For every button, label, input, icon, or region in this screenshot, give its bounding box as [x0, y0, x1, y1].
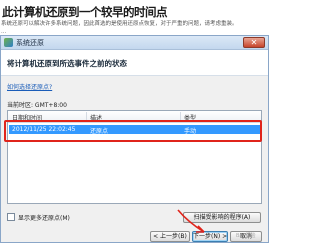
- dialog-titlebar: 系统还原 ✕: [1, 36, 268, 50]
- system-restore-icon: [4, 38, 13, 47]
- help-link[interactable]: 如何选择还原点?: [7, 82, 52, 91]
- dialog-title: 系统还原: [16, 39, 44, 47]
- timezone-label: 当前时区: GMT+8:00: [7, 102, 67, 109]
- watermark: Bai 经验: [236, 233, 256, 239]
- close-button[interactable]: ✕: [243, 37, 265, 48]
- show-more-checkbox[interactable]: [7, 213, 15, 221]
- next-button[interactable]: 下一步(N) >: [192, 231, 228, 242]
- back-button[interactable]: < 上一步(B): [150, 231, 190, 242]
- dialog-body: 如何选择还原点? 当前时区: GMT+8:00 日期和时间 描述 类型 2012…: [1, 76, 268, 242]
- scan-affected-programs-button[interactable]: 扫描受影响的程序(A): [183, 212, 261, 223]
- selection-highlight-box: [4, 120, 262, 142]
- background-paragraph-line: 系统还原可以解决许多系统问题，因此首选的是使用还原点恢复，对于严重的问题，请考虑…: [1, 21, 238, 27]
- dialog-header: 将计算机还原到所选事件之前的状态: [1, 50, 268, 76]
- background-page-title: 此计算机还原到一个较早的时间点: [2, 5, 168, 19]
- dialog-heading: 将计算机还原到所选事件之前的状态: [7, 59, 127, 68]
- show-more-label: 显示更多还原点(M): [18, 215, 70, 222]
